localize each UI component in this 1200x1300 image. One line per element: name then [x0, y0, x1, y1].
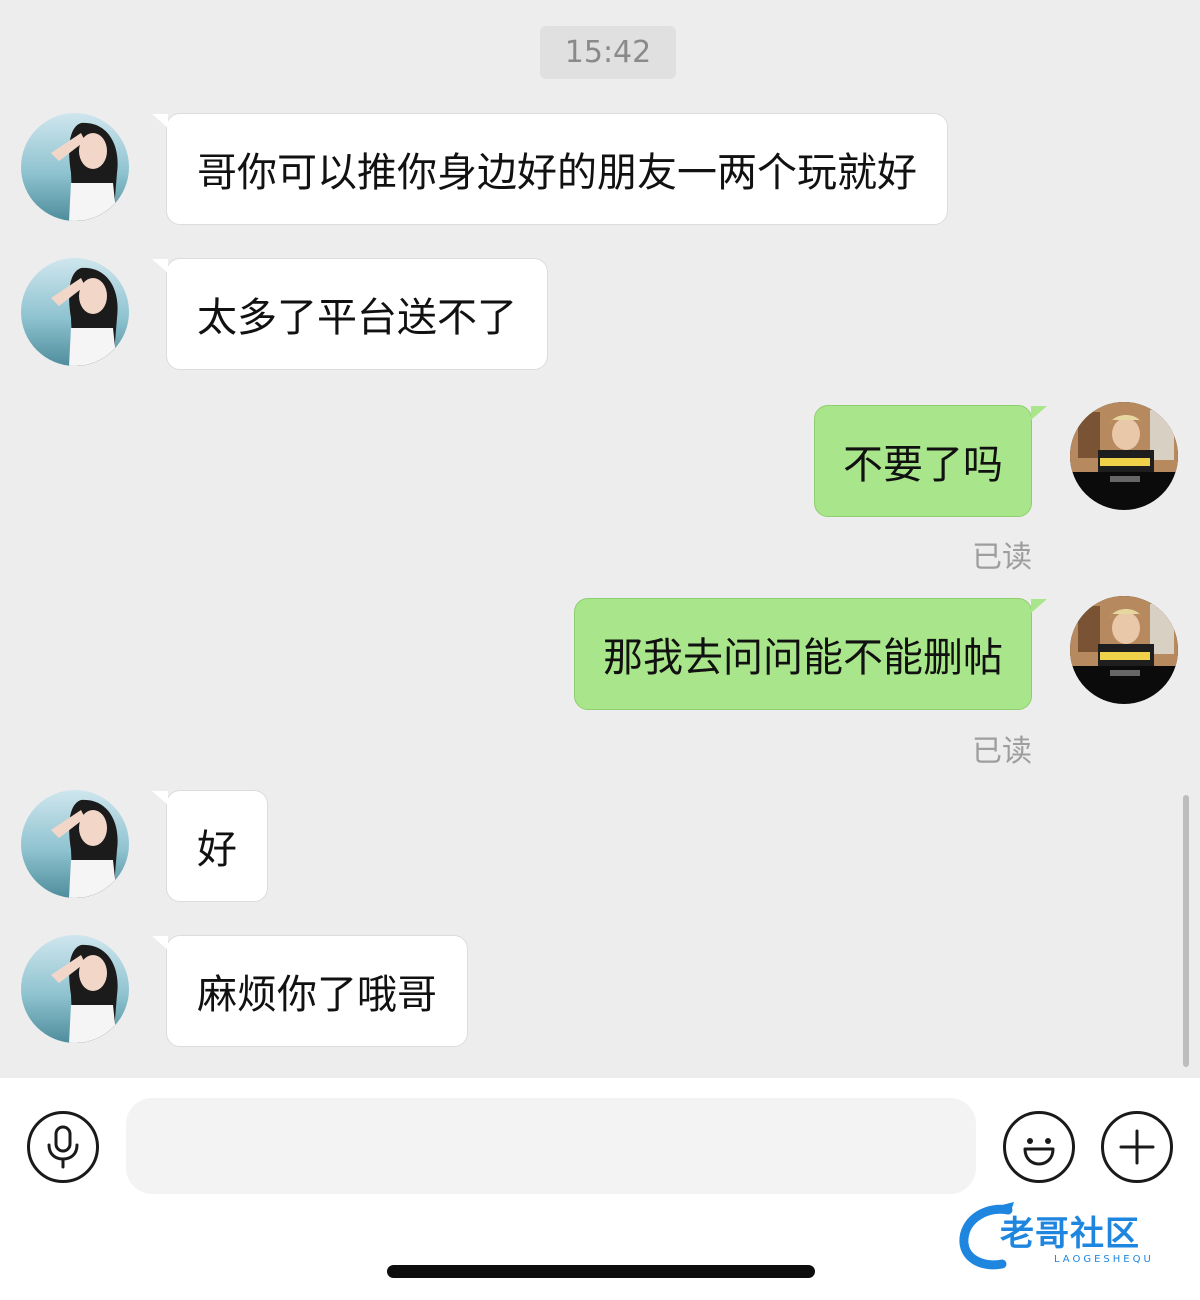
- bubble-tail: [152, 791, 168, 805]
- contact-avatar[interactable]: [21, 258, 129, 366]
- read-status: 已读: [972, 540, 1032, 575]
- bubble-tail: [1031, 599, 1047, 613]
- emoji-button[interactable]: [1003, 1111, 1075, 1183]
- chat-timestamp: 15:42: [540, 26, 676, 79]
- watermark-text: 老哥社区: [1000, 1214, 1140, 1254]
- message-bubble-incoming[interactable]: 好: [166, 790, 268, 902]
- bubble-tail: [152, 259, 168, 273]
- smiley-icon: [1023, 1138, 1055, 1166]
- bubble-tail: [152, 936, 168, 950]
- message-bubble-incoming[interactable]: 麻烦你了哦哥: [166, 935, 468, 1047]
- message-text: 那我去问问能不能删帖: [603, 635, 1003, 681]
- scrollbar[interactable]: [1183, 795, 1189, 1067]
- voice-button[interactable]: [27, 1111, 99, 1183]
- self-avatar[interactable]: [1070, 402, 1178, 510]
- message-bubble-incoming[interactable]: 太多了平台送不了: [166, 258, 548, 370]
- bubble-tail: [1031, 406, 1047, 420]
- bubble-tail: [152, 114, 168, 128]
- message-text: 麻烦你了哦哥: [197, 972, 437, 1018]
- contact-avatar[interactable]: [21, 790, 129, 898]
- contact-avatar[interactable]: [21, 935, 129, 1043]
- contact-avatar[interactable]: [21, 113, 129, 221]
- message-text: 太多了平台送不了: [197, 295, 517, 341]
- microphone-icon: [47, 1125, 79, 1169]
- message-bubble-outgoing[interactable]: 那我去问问能不能删帖: [574, 598, 1032, 710]
- message-text: 好: [197, 827, 237, 873]
- home-indicator[interactable]: [387, 1265, 815, 1278]
- message-input[interactable]: [126, 1098, 976, 1194]
- watermark-subtext: LAOGESHEQU: [1054, 1254, 1154, 1265]
- message-text: 不要了吗: [843, 442, 1003, 488]
- message-bubble-outgoing[interactable]: 不要了吗: [814, 405, 1032, 517]
- plus-icon: [1119, 1129, 1155, 1165]
- message-bubble-incoming[interactable]: 哥你可以推你身边好的朋友一两个玩就好: [166, 113, 948, 225]
- read-status: 已读: [972, 734, 1032, 769]
- more-button[interactable]: [1101, 1111, 1173, 1183]
- watermark-logo: 老哥社区 LAOGESHEQU: [958, 1200, 1188, 1272]
- self-avatar[interactable]: [1070, 596, 1178, 704]
- message-text: 哥你可以推你身边好的朋友一两个玩就好: [197, 150, 917, 196]
